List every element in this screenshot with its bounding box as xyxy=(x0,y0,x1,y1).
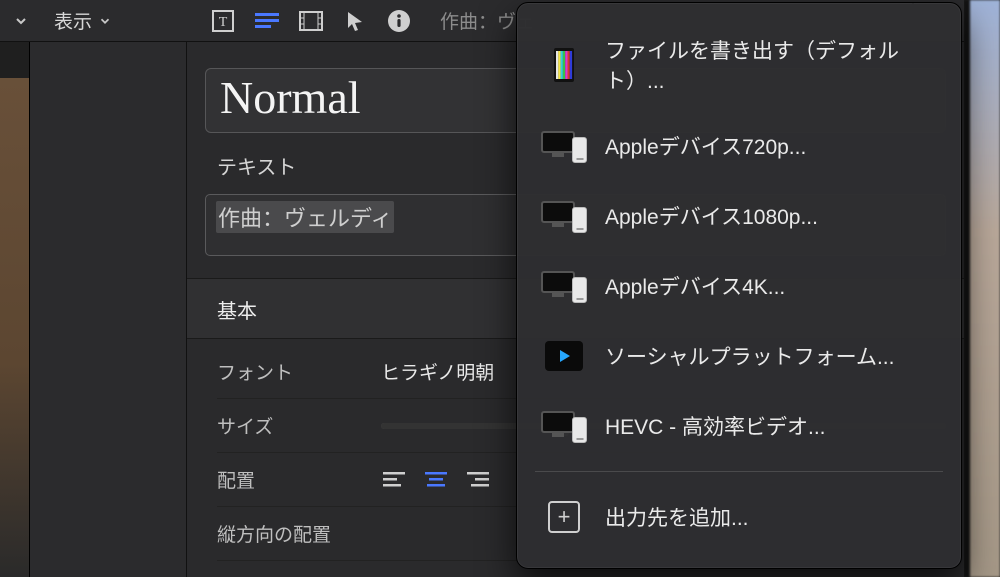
title-text-value: 作曲：ヴェルディ xyxy=(216,201,394,233)
align-right-button[interactable] xyxy=(465,469,491,491)
cursor-inspector-tab[interactable] xyxy=(342,8,368,34)
menu-item-label: ソーシャルプラットフォーム... xyxy=(605,341,894,371)
desktop-background-sliver xyxy=(964,0,1000,577)
export-apple-4k-item[interactable]: Appleデバイス4K... xyxy=(527,253,951,319)
text-inspector-tab[interactable]: T xyxy=(210,8,236,34)
menu-item-label: Appleデバイス720p... xyxy=(605,131,806,161)
export-apple-1080p-item[interactable]: Appleデバイス1080p... xyxy=(527,183,951,249)
align-center-button[interactable] xyxy=(423,469,449,491)
devices-icon xyxy=(541,127,587,165)
font-label: フォント xyxy=(217,358,367,385)
info-inspector-tab[interactable] xyxy=(386,8,412,34)
menu-item-label: Appleデバイス1080p... xyxy=(605,201,818,231)
add-destination-item[interactable]: + 出力先を追加... xyxy=(527,484,951,550)
paragraph-inspector-tab[interactable] xyxy=(254,8,280,34)
export-menu-popover: ファイルを書き出す（デフォルト）... Appleデバイス720p... App… xyxy=(516,2,962,569)
valign-label: 縦方向の配置 xyxy=(217,520,367,547)
menu-separator xyxy=(535,471,943,472)
viewer-panel-sliver xyxy=(0,42,30,577)
back-chevron-icon[interactable] xyxy=(8,13,34,29)
display-menu[interactable]: 表示 xyxy=(48,3,118,38)
app-window: 表示 T 作曲：ヴェ Normal xyxy=(0,0,964,577)
font-value[interactable]: ヒラギノ明朝 xyxy=(381,358,494,385)
plus-box-icon: + xyxy=(541,498,587,536)
colorbar-thumbnail-icon xyxy=(541,46,587,84)
align-left-button[interactable] xyxy=(381,469,407,491)
menu-item-label: 出力先を追加... xyxy=(605,502,749,532)
menu-item-label: ファイルを書き出す（デフォルト）... xyxy=(605,35,937,95)
video-inspector-tab[interactable] xyxy=(298,8,324,34)
display-menu-label: 表示 xyxy=(54,7,92,34)
export-file-default-item[interactable]: ファイルを書き出す（デフォルト）... xyxy=(527,21,951,109)
social-video-icon xyxy=(541,337,587,375)
devices-icon xyxy=(541,407,587,445)
align-label: 配置 xyxy=(217,466,367,493)
size-label: サイズ xyxy=(217,412,367,439)
menu-item-label: Appleデバイス4K... xyxy=(605,271,785,301)
chevron-down-icon xyxy=(98,14,112,28)
export-social-item[interactable]: ソーシャルプラットフォーム... xyxy=(527,323,951,389)
devices-icon xyxy=(541,267,587,305)
menu-item-label: HEVC - 高効率ビデオ... xyxy=(605,411,826,441)
svg-text:T: T xyxy=(219,15,228,30)
export-apple-720p-item[interactable]: Appleデバイス720p... xyxy=(527,113,951,179)
devices-icon xyxy=(541,197,587,235)
inspector-tab-icons: T xyxy=(176,8,412,34)
export-hevc-item[interactable]: HEVC - 高効率ビデオ... xyxy=(527,393,951,459)
